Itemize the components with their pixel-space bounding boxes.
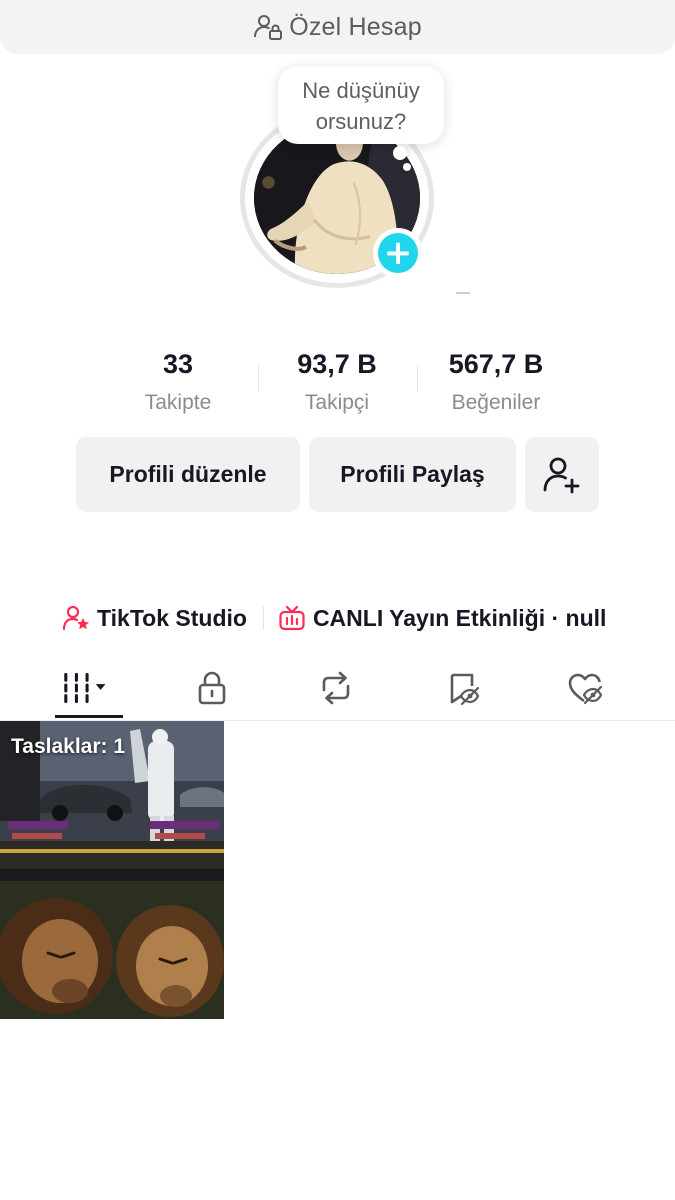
add-avatar-button[interactable]: + (373, 228, 423, 278)
live-label: CANLI Yayın Etkinliği · null (312, 604, 607, 631)
bubble-text-line2: orsunuz? (315, 109, 407, 134)
bubble-tail-small (403, 163, 411, 171)
followers-count: 93,7 B (297, 349, 377, 379)
likes-label: Beğeniler (451, 391, 541, 414)
grid-icon (64, 672, 106, 704)
tab-favorites[interactable] (430, 655, 494, 721)
bookmark-hidden-icon (450, 673, 480, 706)
following-label: Takipte (144, 391, 212, 414)
stat-following[interactable]: 33 Takipte (118, 346, 238, 415)
following-count: 33 (162, 349, 194, 379)
edit-profile-button[interactable]: Profili düzenle (76, 437, 300, 512)
lock-icon (198, 671, 226, 705)
page-title: Özel Hesap (289, 12, 422, 41)
profile-page: Özel Hesap + Ne düşünüy orsunuz? 33 Taki… (0, 0, 675, 1200)
tab-liked[interactable] (553, 655, 617, 721)
plus-icon: + (378, 233, 418, 273)
private-account-icon (254, 15, 283, 40)
followers-label: Takipçi (304, 391, 370, 414)
likes-count: 567,7 B (448, 349, 544, 379)
tab-reposts[interactable] (304, 655, 368, 721)
live-tv-icon (279, 605, 305, 631)
stat-divider (258, 366, 259, 392)
drafts-thumbnail[interactable]: Taslaklar: 1 (0, 721, 224, 1019)
bubble-text-line1: Ne düşünüy (302, 78, 420, 103)
stat-divider (417, 366, 418, 392)
top-bar[interactable]: Özel Hesap (0, 0, 675, 54)
thought-bubble[interactable]: Ne düşünüy orsunuz? (278, 66, 444, 144)
tab-private[interactable] (180, 655, 244, 721)
add-friend-icon (543, 457, 580, 493)
add-friend-button[interactable] (525, 437, 599, 512)
heart-hidden-icon (568, 673, 603, 705)
tiktok-studio-link[interactable]: TikTok Studio (62, 604, 247, 632)
divider (456, 292, 470, 294)
share-profile-button[interactable]: Profili Paylaş (309, 437, 516, 512)
stat-likes[interactable]: 567,7 B Beğeniler (436, 346, 556, 415)
live-events-link[interactable]: CANLI Yayın Etkinliği · null (278, 604, 607, 632)
content-tabs (0, 655, 675, 721)
tab-videos[interactable] (55, 655, 123, 721)
active-tab-indicator (55, 715, 123, 718)
bubble-tail (393, 146, 407, 160)
drafts-preview-image (0, 721, 224, 1019)
creator-links: TikTok Studio CANLI Yayın Etkinliği · nu… (62, 600, 606, 636)
stat-followers[interactable]: 93,7 B Takipçi (277, 346, 397, 415)
studio-icon (62, 605, 89, 631)
repost-icon (322, 671, 350, 705)
link-separator (262, 606, 264, 630)
drafts-label: Taslaklar: 1 (11, 735, 126, 758)
studio-label: TikTok Studio (97, 604, 247, 631)
